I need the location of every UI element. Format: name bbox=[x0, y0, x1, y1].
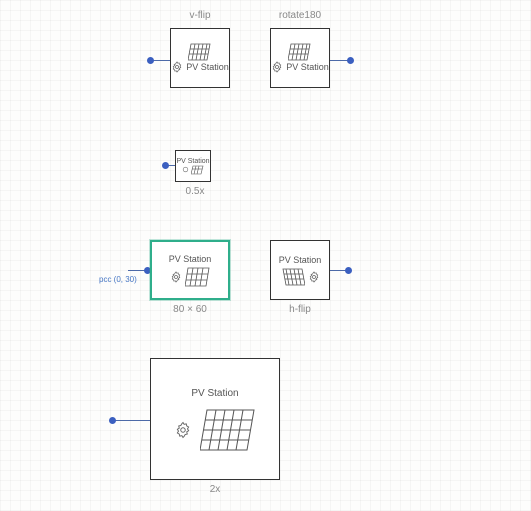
diagram-canvas[interactable]: v-flip PV Station rotate180 bbox=[0, 0, 531, 511]
gear-icon bbox=[171, 61, 183, 73]
caption-hflip: h-flip bbox=[270, 304, 330, 315]
gear-icon bbox=[182, 166, 189, 173]
pv-station-block-halfx[interactable]: PV Station bbox=[175, 150, 211, 182]
solar-panel-icon bbox=[200, 409, 256, 451]
gear-icon bbox=[170, 271, 182, 283]
block-title: PV Station bbox=[286, 62, 329, 72]
port[interactable] bbox=[347, 57, 354, 64]
block-title: PV Station bbox=[279, 255, 322, 265]
gear-icon bbox=[174, 421, 192, 439]
caption-vflip: v-flip bbox=[170, 10, 230, 21]
pv-station-block-twox[interactable]: PV Station bbox=[150, 358, 280, 480]
gear-icon bbox=[308, 271, 320, 283]
pv-station-block-selected[interactable]: PV Station bbox=[150, 240, 230, 300]
pv-station-block-hflip[interactable]: PV Station bbox=[270, 240, 330, 300]
block-title: PV Station bbox=[169, 254, 212, 264]
annotation-pcc: pcc (0, 30) bbox=[99, 275, 137, 284]
solar-panel-icon bbox=[185, 267, 211, 287]
solar-panel-icon bbox=[188, 43, 212, 61]
block-title: PV Station bbox=[186, 62, 229, 72]
solar-panel-icon bbox=[281, 268, 305, 286]
solar-panel-icon bbox=[288, 43, 312, 61]
gear-icon bbox=[271, 61, 283, 73]
port[interactable] bbox=[109, 417, 116, 424]
caption-twox: 2x bbox=[150, 484, 280, 495]
caption-halfx: 0.5x bbox=[175, 186, 215, 197]
port[interactable] bbox=[345, 267, 352, 274]
block-title: PV Station bbox=[191, 388, 238, 399]
caption-selected: 80 × 60 bbox=[150, 304, 230, 315]
port[interactable] bbox=[147, 57, 154, 64]
block-title: PV Station bbox=[176, 158, 209, 165]
pv-station-block-vflip[interactable]: PV Station bbox=[170, 28, 230, 88]
pv-station-block-rotate180[interactable]: PV Station bbox=[270, 28, 330, 88]
port[interactable] bbox=[162, 162, 169, 169]
wire bbox=[112, 420, 150, 421]
solar-panel-icon bbox=[191, 165, 204, 175]
caption-rotate180: rotate180 bbox=[270, 10, 330, 21]
